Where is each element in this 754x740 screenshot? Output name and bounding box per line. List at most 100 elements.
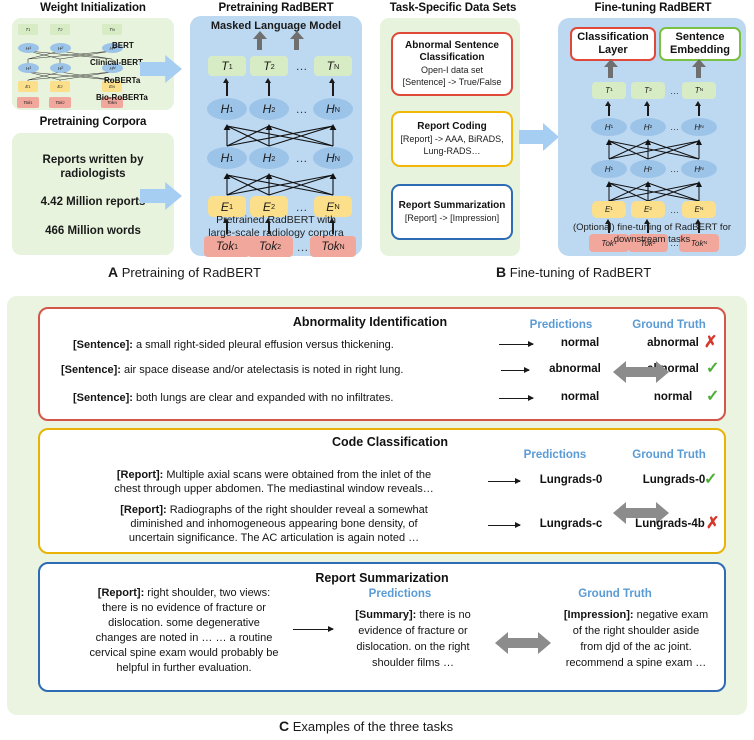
task-card-report-coding[interactable]: Report Coding [Report] -> AAA, BiRADS, L… xyxy=(391,111,513,167)
mini-node-h1-bottom: H1 xyxy=(18,63,39,73)
summ-gt-line-4: recommend a spine exam … xyxy=(565,657,707,669)
arrow-h-to-t-n xyxy=(329,77,335,96)
mini-node-h2-top: H2 xyxy=(50,43,71,53)
node-tn: TN xyxy=(314,56,352,76)
example-title-summarization: Report Summarization xyxy=(315,571,449,585)
panel-b-caption-text: Fine-tuning of RadBERT xyxy=(509,265,652,280)
example-card-abnormality-identification: Abnormality Identification Predictions G… xyxy=(38,307,726,421)
corpora-line-2: radiologists xyxy=(60,168,126,180)
model-label-clinical-bert: Clinical-BERT xyxy=(90,58,143,67)
panel-c-letter: C xyxy=(279,718,290,734)
ft-node-h2-bottom: H2 xyxy=(630,160,666,178)
prediction-abnormality-3: normal xyxy=(560,391,600,403)
bidirectional-arrow-summarization-icon xyxy=(495,632,551,654)
example-prediction-summarization: [Summary]: there is no evidence of fract… xyxy=(338,607,488,671)
node-h2-bottom: H2 xyxy=(249,147,289,169)
code-input-line-2c: uncertain significance. The AC articulat… xyxy=(128,532,420,544)
input-text-3: both lungs are clear and expanded with n… xyxy=(132,392,394,404)
sentence-embedding-line-2: Embedding xyxy=(670,44,730,56)
corpora-line-1: Reports written by xyxy=(42,154,144,166)
code-input-line-1b: chest through upper abdomen. The mediast… xyxy=(114,483,434,495)
ft-arrow-h-to-t-n xyxy=(695,100,701,116)
example-input-code-2: [Report]: Radiographs of the right shoul… xyxy=(64,503,484,545)
input-label-3: [Sentence]: xyxy=(73,392,133,404)
summ-pred-line-2: evidence of fracture or xyxy=(358,625,468,637)
ft-node-h1-bottom: H1 xyxy=(591,160,627,178)
result-mark-cross-1: ✗ xyxy=(704,334,718,351)
pretraining-crossings-upper xyxy=(223,124,337,147)
input-text-1: a small right-sided pleural effusion ver… xyxy=(132,339,394,351)
result-mark-cross-code-2: ✗ xyxy=(706,515,720,532)
col-header-ground-truth-1: Ground Truth xyxy=(632,319,706,331)
summ-pred-line-1: there is no xyxy=(416,609,471,621)
mini-node-e1: E1 xyxy=(18,81,38,92)
summ-gt-label: [Impression]: xyxy=(563,609,634,621)
sentence-embedding-head[interactable]: Sentence Embedding xyxy=(659,27,741,61)
task-card-sub-line-1: Open-I data set xyxy=(420,65,484,75)
task-card-sub-report-coding-1: [Report] -> AAA, BiRADS, xyxy=(400,134,504,144)
prediction-code-2: Lungrads-c xyxy=(539,518,603,530)
example-card-report-summarization: Report Summarization Predictions Ground … xyxy=(38,562,726,692)
panel-b-caption: B Fine-tuning of RadBERT xyxy=(496,264,651,280)
summ-input-line-2: there is no evidence of fracture or xyxy=(102,602,266,614)
arrow-pred-abnormality-1 xyxy=(499,339,534,349)
classification-layer-head[interactable]: Classification Layer xyxy=(570,27,656,61)
task-card-heading-line-1: Abnormal Sentence xyxy=(405,40,499,51)
corpora-line-4: 466 Million words xyxy=(45,225,141,237)
node-h-bottom-ellipsis: … xyxy=(295,151,309,165)
masked-language-model-label: Masked Language Model xyxy=(210,20,342,32)
panel-a-caption: A Pretraining of RadBERT xyxy=(108,264,261,280)
node-h2-top: H2 xyxy=(249,98,289,120)
mini-node-tn: TN xyxy=(102,24,122,35)
col-header-predictions-1: Predictions xyxy=(529,319,593,331)
ft-arrow-h-to-t-2 xyxy=(644,100,650,116)
task-datasets-title: Task-Specific Data Sets xyxy=(389,2,517,14)
col-header-ground-truth-2: Ground Truth xyxy=(632,449,706,461)
panel-a-caption-text: Pretraining of RadBERT xyxy=(121,265,261,280)
mini-node-t2: T2 xyxy=(50,24,70,35)
ft-node-e2: E2 xyxy=(631,201,665,218)
arrow-weightinit-to-pretraining xyxy=(140,55,182,83)
input-label-1: [Sentence]: xyxy=(73,339,133,351)
finetuning-head-arrow-left xyxy=(603,59,618,78)
pretraining-radbert-title: Pretraining RadBERT xyxy=(218,2,334,14)
arrow-h-to-t-2 xyxy=(265,77,271,96)
sentence-embedding-line-1: Sentence xyxy=(675,31,725,43)
mlm-arrow-1 xyxy=(252,31,267,50)
panel-c-container: Abnormality Identification Predictions G… xyxy=(7,296,747,715)
pretraining-caption-line-1: Pretrained RadBERT with xyxy=(216,214,336,226)
prediction-abnormality-1: normal xyxy=(560,337,600,349)
finetuning-caption-line-2: downstream tasks xyxy=(613,234,691,245)
summ-input-label: [Report]: xyxy=(97,587,145,599)
example-input-summarization: [Report]: right shoulder, two views: the… xyxy=(54,586,314,676)
example-card-code-classification: Code Classification Predictions Ground T… xyxy=(38,428,726,554)
task-card-sub-line-2: [Sentence] -> True/False xyxy=(402,77,502,87)
arrow-pred-code-2 xyxy=(488,520,521,530)
node-t2: T2 xyxy=(250,56,288,76)
pretraining-crossings-lower xyxy=(223,173,337,196)
ground-truth-abnormality-3: normal xyxy=(653,391,693,403)
mini-node-tok1: Tok 1 xyxy=(17,97,39,108)
task-card-abnormal-sentence-classification[interactable]: Abnormal Sentence Classification Open-I … xyxy=(391,32,513,96)
code-input-line-2b: diminished and inhomogeneous appearing b… xyxy=(130,518,418,530)
code-input-label-1: [Report]: xyxy=(116,469,164,481)
task-card-heading-report-summarization: Report Summarization xyxy=(398,200,506,211)
summ-gt-line-2: of the right shoulder aside xyxy=(572,625,700,637)
mini-node-t1: T1 xyxy=(18,24,38,35)
task-card-heading-line-2: Classification xyxy=(419,52,485,63)
model-label-roberta: RoBERTa xyxy=(104,76,141,85)
task-card-report-summarization[interactable]: Report Summarization [Report] -> [Impres… xyxy=(391,184,513,240)
finetuning-caption-line-1: (Optional) fine-tuning of RadBERT for xyxy=(572,222,732,233)
node-hn-top: HN xyxy=(313,98,353,120)
ft-node-t1: T1 xyxy=(592,82,626,99)
arrow-pred-summarization xyxy=(293,624,334,634)
summ-gt-line-1: negative exam xyxy=(633,609,709,621)
arrow-h-to-t-1 xyxy=(223,77,229,96)
col-header-ground-truth-3: Ground Truth xyxy=(578,588,652,600)
arrow-pred-abnormality-2 xyxy=(501,365,530,375)
mini-node-h2-bottom: H2 xyxy=(50,63,71,73)
col-header-predictions-3: Predictions xyxy=(368,588,432,600)
finetuning-head-arrow-right xyxy=(691,59,706,78)
task-datasets-box: Abnormal Sentence Classification Open-I … xyxy=(380,18,520,256)
ft-node-en: EN xyxy=(682,201,716,218)
